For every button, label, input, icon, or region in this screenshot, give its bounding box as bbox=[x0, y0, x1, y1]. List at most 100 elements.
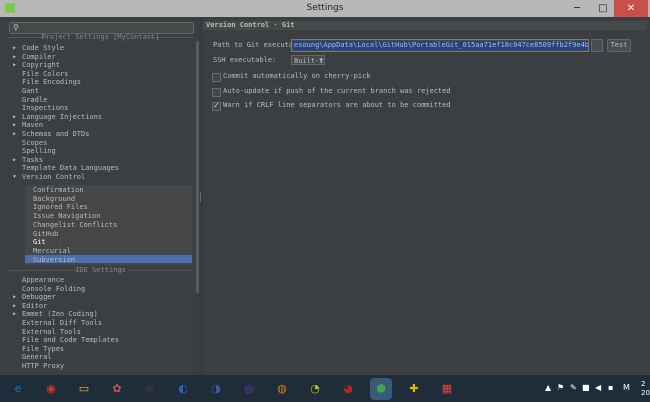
tree-item-scopes[interactable]: Scopes bbox=[3, 139, 193, 147]
tree-item-gradle[interactable]: Gradle bbox=[3, 96, 193, 104]
tree-item-schemas-and-dtds[interactable]: ▶ Schemas and DTDs bbox=[3, 130, 193, 138]
chevron-right-icon[interactable]: ▶ bbox=[13, 44, 19, 52]
android-studio-icon[interactable]: ⬢ bbox=[370, 378, 392, 400]
tree-item-label: Changelist Conflicts bbox=[33, 220, 118, 229]
tree-item-gant[interactable]: Gant bbox=[3, 87, 193, 95]
chevron-down-icon[interactable]: ▼ bbox=[13, 173, 19, 181]
tree-item-issue-navigation[interactable]: Issue Navigation bbox=[3, 212, 193, 220]
app-icon-8[interactable]: ✚ bbox=[403, 378, 425, 400]
tree-item-label: Scopes bbox=[22, 138, 48, 147]
tree-item-external-tools[interactable]: External Tools bbox=[3, 328, 193, 336]
tree-item-console-folding[interactable]: Console Folding bbox=[3, 285, 193, 293]
tree-item-label: Confirmation bbox=[33, 186, 84, 194]
test-button[interactable]: Test bbox=[607, 39, 631, 52]
chevron-right-icon[interactable]: ▶ bbox=[13, 302, 19, 310]
tree-item-mercurial[interactable]: Mercurial bbox=[3, 247, 193, 255]
tree-item-appearance[interactable]: Appearance bbox=[3, 276, 193, 284]
tree-item-label: Gant bbox=[22, 87, 39, 95]
app-icon-6[interactable]: ◔ bbox=[304, 378, 326, 400]
app-icon-3[interactable]: ◑ bbox=[205, 378, 227, 400]
tree-item-debugger[interactable]: ▶ Debugger bbox=[3, 293, 193, 301]
app-icon-7[interactable]: ◕ bbox=[337, 378, 359, 400]
maximize-button[interactable]: □ bbox=[590, 0, 616, 17]
tree-item-tasks[interactable]: ▶ Tasks bbox=[3, 156, 193, 164]
tree-item-changelist-conflicts[interactable]: Changelist Conflicts bbox=[3, 221, 193, 229]
chrome-icon[interactable]: ◉ bbox=[40, 378, 62, 400]
tree-item-label: File and Code Templates bbox=[22, 336, 119, 345]
qq-icon[interactable]: ● bbox=[139, 378, 161, 400]
tray-volume-icon[interactable]: ◀ bbox=[595, 383, 601, 392]
tree-item-label: Emmet (Zen Coding) bbox=[22, 310, 98, 319]
app-icon-1[interactable]: ✿ bbox=[106, 378, 128, 400]
tree-item-code-style[interactable]: ▶ Code Style bbox=[3, 44, 193, 52]
chevron-right-icon[interactable]: ▶ bbox=[13, 310, 19, 318]
browse-button[interactable] bbox=[591, 39, 603, 52]
tree-item-label: Editor bbox=[22, 301, 48, 310]
tree-item-spelling[interactable]: Spelling bbox=[3, 147, 193, 155]
ie-icon[interactable]: e bbox=[7, 378, 29, 400]
clock[interactable]: 2 20 bbox=[641, 380, 650, 398]
tree-item-emmet-zen-coding-[interactable]: ▶ Emmet (Zen Coding) bbox=[3, 310, 193, 318]
project-settings-header: Project Settings [MyContact] bbox=[8, 33, 193, 41]
chevron-right-icon[interactable]: ▶ bbox=[13, 130, 19, 138]
tree-item-language-injections[interactable]: ▶ Language Injections bbox=[3, 113, 193, 121]
chevron-right-icon[interactable]: ▶ bbox=[13, 113, 19, 121]
tree-item-label: Copyright bbox=[22, 61, 60, 70]
git-path-field[interactable]: esoung\AppData\Local\GitHub\PortableGit_… bbox=[291, 39, 589, 52]
tree-item-general[interactable]: General bbox=[3, 353, 193, 361]
chevron-right-icon[interactable]: ▶ bbox=[13, 293, 19, 301]
tree-item-template-data-languages[interactable]: Template Data Languages bbox=[3, 164, 193, 172]
tree-item-label: Appearance bbox=[22, 276, 65, 284]
auto-update-checkbox[interactable] bbox=[212, 88, 221, 97]
ssh-select[interactable]: Built-in ▼ bbox=[291, 55, 325, 65]
crlf-warn-checkbox[interactable]: ✓ bbox=[212, 101, 221, 111]
tree-item-label: Spelling bbox=[22, 147, 56, 156]
tree-item-git[interactable]: Git bbox=[3, 238, 193, 246]
chevron-right-icon[interactable]: ▶ bbox=[13, 61, 19, 69]
close-button[interactable]: ✕ bbox=[614, 0, 648, 17]
tree-item-subversion[interactable]: Subversion bbox=[3, 256, 193, 264]
tree-item-editor[interactable]: ▶ Editor bbox=[3, 302, 193, 310]
app-icon-2[interactable]: ◐ bbox=[172, 378, 194, 400]
tray-language[interactable]: M bbox=[623, 383, 630, 392]
tree-item-label: Mercurial bbox=[33, 246, 71, 255]
cherry-pick-checkbox[interactable] bbox=[212, 73, 221, 82]
tray-icon-3[interactable]: ■ bbox=[582, 383, 590, 392]
tree-item-compiler[interactable]: ▶ Compiler bbox=[3, 53, 193, 61]
check-icon: ✓ bbox=[213, 101, 220, 110]
tray-icon-4[interactable]: ▪ bbox=[608, 383, 613, 392]
app-icon-4[interactable]: ◎ bbox=[238, 378, 260, 400]
tray-network-icon[interactable]: ▲ bbox=[545, 383, 551, 392]
tree-item-http-proxy[interactable]: HTTP Proxy bbox=[3, 362, 193, 370]
tree-item-version-control[interactable]: ▼ Version Control bbox=[3, 173, 193, 181]
project-settings-label: Project Settings [MyContact] bbox=[41, 33, 160, 41]
auto-update-label: Auto-update if push of the current branc… bbox=[223, 87, 451, 95]
chevron-right-icon[interactable]: ▶ bbox=[13, 156, 19, 164]
tree-item-maven[interactable]: ▶ Maven bbox=[3, 121, 193, 129]
app-icon-5[interactable]: ◍ bbox=[271, 378, 293, 400]
tree-item-label: Code Style bbox=[22, 44, 65, 52]
tray-icon-1[interactable]: ⚑ bbox=[557, 383, 564, 392]
tree-item-file-encodings[interactable]: File Encodings bbox=[3, 78, 193, 86]
explorer-icon[interactable]: ▭ bbox=[73, 378, 95, 400]
minimize-button[interactable]: ─ bbox=[564, 0, 590, 17]
window-title: Settings bbox=[306, 3, 344, 13]
tray-icon-2[interactable]: ✎ bbox=[570, 383, 577, 392]
tree-item-label: Tasks bbox=[22, 155, 44, 164]
tree-item-inspections[interactable]: Inspections bbox=[3, 104, 193, 112]
app-icon-9[interactable]: ▦ bbox=[436, 378, 458, 400]
crlf-warn-label: Warn if CRLF line separators are about t… bbox=[223, 101, 451, 109]
tree-item-confirmation[interactable]: Confirmation bbox=[3, 186, 193, 194]
tree-item-label: Gradle bbox=[22, 95, 48, 104]
chevron-right-icon[interactable]: ▶ bbox=[13, 121, 19, 129]
tree-item-file-types[interactable]: File Types bbox=[3, 345, 193, 353]
git-path-value: esoung\AppData\Local\GitHub\PortableGit_… bbox=[293, 41, 588, 50]
tree-item-ignored-files[interactable]: Ignored Files bbox=[3, 203, 193, 211]
tree-item-file-colors[interactable]: File Colors bbox=[3, 70, 193, 78]
tree-item-copyright[interactable]: ▶ Copyright bbox=[3, 61, 193, 69]
chevron-right-icon[interactable]: ▶ bbox=[13, 53, 19, 61]
tree-item-external-diff-tools[interactable]: External Diff Tools bbox=[3, 319, 193, 327]
tree-item-background[interactable]: Background bbox=[3, 195, 193, 203]
tree-item-github[interactable]: GitHub bbox=[3, 230, 193, 238]
tree-item-file-and-code-templates[interactable]: File and Code Templates bbox=[3, 336, 193, 344]
